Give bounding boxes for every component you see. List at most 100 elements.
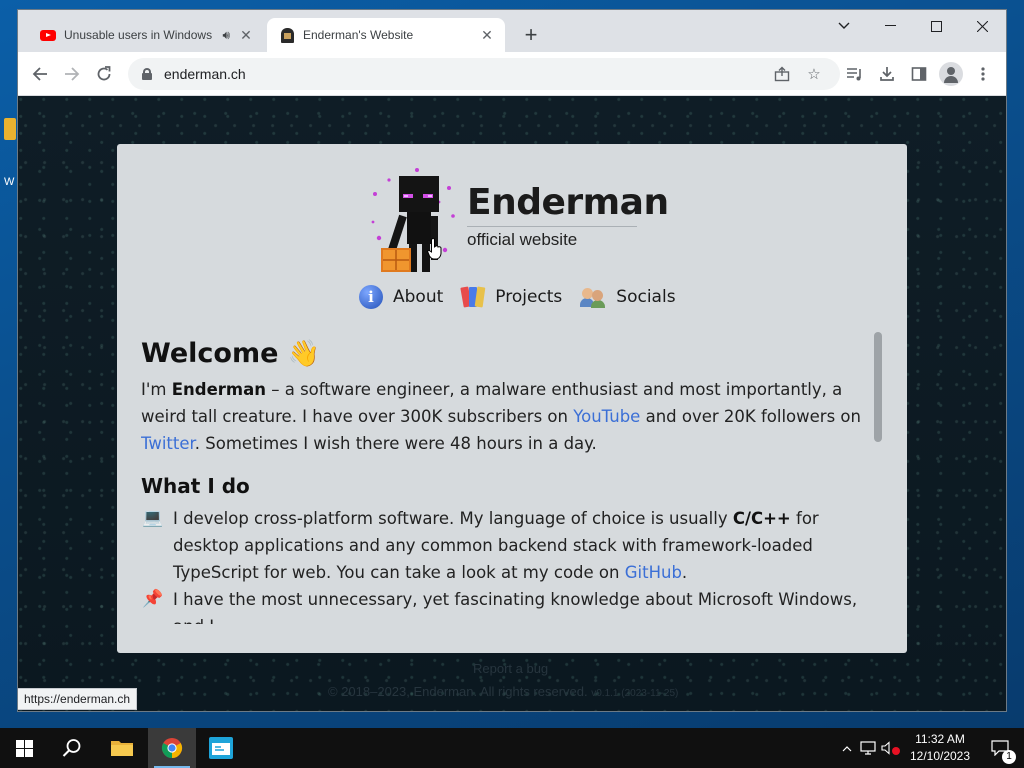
network-icon[interactable] (856, 741, 880, 755)
list-text: . (681, 563, 688, 582)
notification-count-badge: 1 (1002, 750, 1016, 764)
desktop-shortcut[interactable]: W (4, 118, 18, 188)
list-text: I develop cross-platform software. My la… (173, 509, 733, 528)
chevron-down-icon (838, 22, 850, 29)
copyright-text: © 2018–2023, (328, 684, 414, 699)
laptop-icon: 💻 (142, 508, 164, 528)
pushpin-icon: 📌 (142, 589, 164, 609)
intro-text: I'm (141, 380, 172, 399)
tab-title: Enderman's Website (303, 28, 414, 42)
nav-label: About (393, 287, 444, 307)
people-icon (580, 286, 606, 308)
menu-button[interactable] (969, 60, 997, 88)
books-icon (460, 285, 486, 309)
minimize-icon (884, 25, 896, 26)
site-subtitle: official website (467, 226, 637, 250)
close-tab-icon[interactable]: ✕ (238, 27, 254, 44)
list-item: 💻 I develop cross-platform software. My … (141, 505, 861, 586)
download-icon (880, 67, 894, 81)
browser-toolbar: enderman.ch ☆ (18, 52, 1006, 96)
forward-button[interactable] (58, 60, 86, 88)
show-hidden-icons-chevron-icon[interactable] (838, 741, 856, 755)
folder-icon (4, 118, 16, 140)
nav-item-projects[interactable]: Projects (460, 285, 562, 309)
maximize-button[interactable] (913, 10, 959, 42)
enderman-logo-icon[interactable] (369, 164, 459, 274)
bookmark-star-icon[interactable]: ☆ (802, 62, 826, 86)
kebab-menu-icon (981, 67, 985, 81)
windows-logo-icon (15, 739, 33, 757)
nav-label: Socials (616, 287, 676, 307)
side-panel-button[interactable] (905, 60, 933, 88)
what-i-do-heading: What I do (141, 474, 250, 498)
media-control-button[interactable] (841, 60, 869, 88)
tab-strip: Unusable users in Windows 🔊︎ ✕ Enderman'… (18, 10, 1006, 52)
clock-date: 12/10/2023 (909, 749, 971, 763)
avatar-icon (939, 62, 963, 86)
start-button[interactable] (0, 728, 48, 768)
github-link[interactable]: GitHub (625, 563, 682, 582)
site-title: Enderman (467, 182, 669, 223)
close-icon (976, 20, 988, 32)
system-tray (838, 728, 900, 768)
copyright-name-link[interactable]: Enderman (413, 684, 473, 699)
media-queue-icon (847, 68, 861, 81)
welcome-heading-text: Welcome (141, 338, 279, 369)
about-content: Welcome 👋 I'm Enderman – a software engi… (141, 334, 861, 624)
url-text[interactable]: enderman.ch (164, 66, 246, 82)
report-bug-link[interactable]: Report a bug (473, 661, 548, 676)
list-item: 📌 I have the most unnecessary, yet fasci… (141, 586, 861, 624)
search-button[interactable] (48, 728, 96, 768)
lock-icon[interactable] (142, 68, 152, 80)
tab-search-button[interactable] (821, 10, 867, 42)
list-item-text: I have the most unnecessary, yet fascina… (173, 590, 858, 624)
chrome-taskbar-button[interactable] (148, 728, 196, 768)
file-explorer-button[interactable] (98, 728, 146, 768)
search-icon (62, 739, 81, 757)
intro-text: and over 20K followers on (640, 407, 861, 426)
close-window-button[interactable] (959, 10, 1005, 42)
downloads-button[interactable] (873, 60, 901, 88)
main-card: Enderman official website i About Projec… (117, 144, 907, 653)
new-tab-button[interactable]: + (518, 22, 544, 48)
arrow-right-icon (65, 67, 80, 81)
arrow-left-icon (32, 67, 47, 81)
address-bar[interactable]: enderman.ch ☆ (128, 58, 840, 90)
reload-button[interactable] (90, 60, 118, 88)
app-window-icon (209, 737, 233, 759)
intro-text: . Sometimes I wish there were 48 hours i… (194, 434, 597, 453)
back-button[interactable] (26, 60, 54, 88)
twitter-link[interactable]: Twitter (141, 434, 195, 453)
copyright-text: . All rights reserved. (473, 684, 588, 699)
maximize-icon (930, 20, 942, 32)
content-scrollbar[interactable] (874, 332, 882, 442)
profile-button[interactable] (937, 60, 965, 88)
folder-icon (111, 741, 133, 756)
app-taskbar-button[interactable] (197, 728, 245, 768)
taskbar: 11:32 AM 12/10/2023 1 (0, 728, 1024, 768)
list-item-text: I develop cross-platform software. My la… (173, 505, 861, 586)
waving-hand-icon: 👋 (287, 339, 321, 369)
browser-window: Unusable users in Windows 🔊︎ ✕ Enderman'… (18, 10, 1006, 711)
nav-item-about[interactable]: i About (359, 285, 443, 309)
intro-paragraph: I'm Enderman – a software engineer, a ma… (141, 376, 861, 457)
intro-name: Enderman (171, 380, 266, 399)
desktop-shortcut-label: W (4, 176, 15, 188)
nav-item-socials[interactable]: Socials (580, 286, 676, 308)
hand-cursor-icon (427, 238, 442, 260)
copyright-footer: © 2018–2023, Enderman. All rights reserv… (328, 684, 678, 699)
action-center-button[interactable]: 1 (976, 728, 1024, 768)
minimize-button[interactable] (867, 10, 913, 42)
system-clock[interactable]: 11:32 AM 12/10/2023 (904, 731, 976, 765)
status-url-bubble: https://enderman.ch (18, 688, 138, 710)
share-icon[interactable] (770, 62, 794, 86)
tab-enderman[interactable]: Enderman's Website ✕ (267, 18, 505, 52)
volume-muted-icon[interactable] (880, 741, 900, 755)
speaker-icon[interactable]: 🔊︎ (222, 28, 230, 43)
close-tab-icon[interactable]: ✕ (479, 27, 495, 44)
page-viewport: Enderman official website i About Projec… (18, 96, 1006, 711)
youtube-link[interactable]: YouTube (573, 407, 640, 426)
reload-icon (97, 66, 111, 81)
tab-title: Unusable users in Windows (64, 28, 213, 42)
tab-youtube[interactable]: Unusable users in Windows 🔊︎ ✕ (28, 18, 264, 52)
